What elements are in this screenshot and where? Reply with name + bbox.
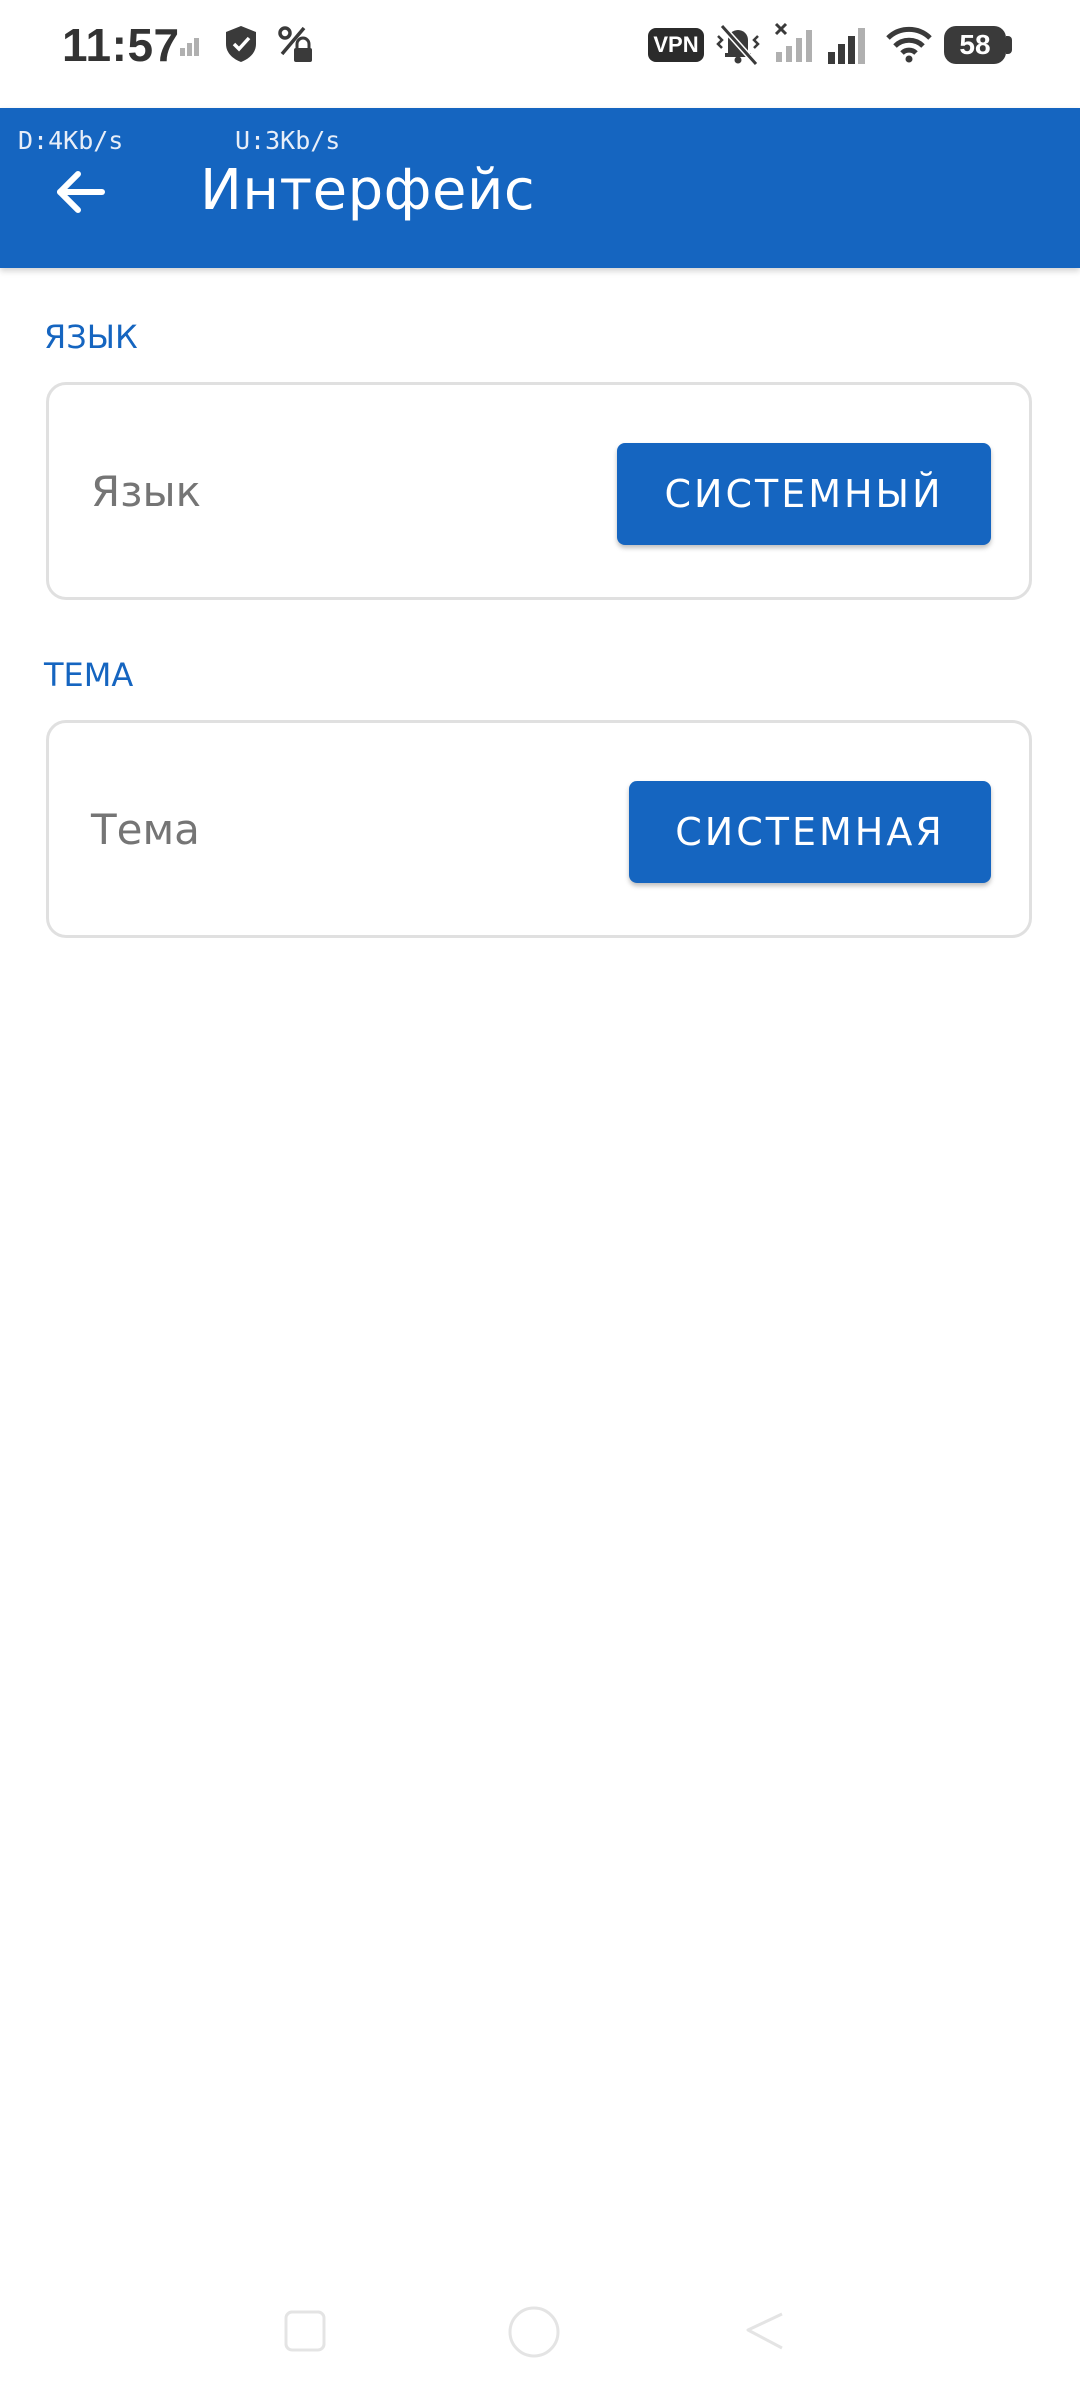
signal-weak-icon [180, 38, 199, 56]
app-bar: D:4Kb/s U:3Kb/s Интерфейс [0, 108, 1080, 268]
recents-icon[interactable] [282, 2308, 328, 2354]
back-icon[interactable] [742, 2308, 788, 2354]
language-label: Язык [91, 467, 202, 516]
battery-level: 58 [959, 29, 991, 60]
theme-select-button[interactable]: СИСТЕМНАЯ [629, 781, 991, 883]
home-icon[interactable] [506, 2304, 562, 2360]
section-header-language: ЯЗЫК [44, 318, 138, 356]
page-title: Интерфейс [200, 158, 536, 223]
data-saver-icon [278, 26, 312, 62]
download-speed: D:4Kb/s [18, 126, 124, 155]
vpn-icon: VPN [648, 28, 704, 62]
signal-icon [828, 28, 865, 64]
battery-cap [1006, 36, 1012, 54]
theme-card: Тема СИСТЕМНАЯ [46, 720, 1032, 938]
back-button[interactable] [40, 152, 120, 232]
vibrate-off-icon [716, 23, 760, 66]
navigation-bar [0, 2280, 1080, 2400]
section-header-theme: ТЕМА [44, 656, 134, 694]
shield-icon [226, 26, 256, 62]
language-card: Язык СИСТЕМНЫЙ [46, 382, 1032, 600]
arrow-back-icon [57, 171, 105, 213]
upload-speed: U:3Kb/s [235, 126, 341, 155]
signal-no-sim-icon [774, 22, 812, 62]
status-bar: 11:57 VPN 58 [0, 0, 1080, 108]
wifi-icon [886, 26, 932, 63]
theme-label: Тема [91, 805, 200, 854]
status-time: 11:57 [62, 19, 180, 71]
language-select-button[interactable]: СИСТЕМНЫЙ [617, 443, 991, 545]
